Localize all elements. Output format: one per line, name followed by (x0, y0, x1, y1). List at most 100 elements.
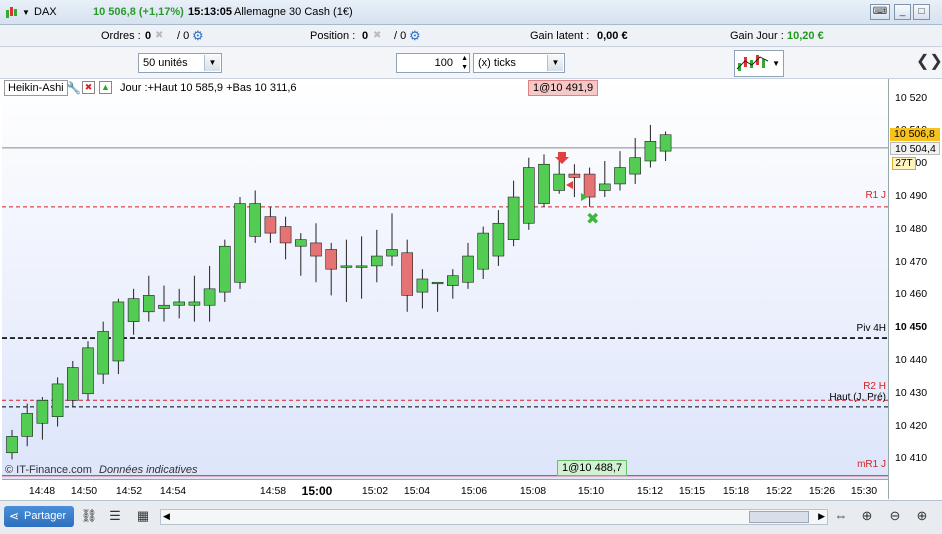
level-label-piv4h: Piv 4H (856, 323, 886, 334)
candle-body (431, 281, 444, 285)
x-tick-label: 15:22 (765, 485, 793, 497)
indicator-name: Heikin-Ashi (8, 82, 64, 94)
candle-body (522, 167, 535, 224)
order-tag-bottom[interactable]: 1@10 488,7 (557, 460, 628, 476)
candle-body (370, 255, 383, 267)
close-icon[interactable]: ✖ (155, 30, 163, 41)
y-tick-label: 10 460 (895, 288, 928, 301)
candle-body (477, 232, 490, 270)
chevron-down-icon[interactable]: ▼ (204, 55, 220, 71)
order-tag-top[interactable]: 1@10 491,9 (528, 80, 599, 96)
units-select[interactable]: 50 unités ▼ (138, 53, 222, 73)
chevron-down-icon[interactable]: ▼ (547, 55, 563, 71)
gear-icon[interactable]: ⚙ (192, 28, 204, 44)
candle-body (51, 383, 64, 418)
y-tick-label: 10 440 (895, 353, 928, 366)
candle (522, 157, 535, 230)
watermark-note: Données indicatives (99, 464, 198, 476)
list-view-icon[interactable]: ☰ (106, 507, 124, 525)
candle-body (553, 173, 566, 191)
plot-area[interactable]: ✖ Heikin-Ashi 🔧 ✖ ▲ Jour :+Haut 10 585,9… (2, 79, 888, 479)
candle-body (416, 278, 429, 293)
candle-body (264, 216, 277, 234)
latent-gain-value: 0,00 € (597, 30, 628, 42)
x-tick-label: 15:18 (722, 485, 750, 497)
candle-body (6, 436, 18, 454)
scroll-thumb[interactable] (749, 511, 809, 523)
x-tick-label: 15:30 (850, 485, 878, 497)
clock-time: 15:13:05 (188, 6, 233, 18)
zoom-fit-icon[interactable]: ⊕ (858, 507, 876, 525)
chart-icon (5, 5, 19, 19)
candle-body (446, 275, 459, 286)
candle-body (112, 301, 125, 362)
remove-indicator-icon[interactable]: ✖ (82, 81, 95, 94)
x-tick-label: 15:04 (403, 485, 431, 497)
scroll-left-icon[interactable]: ◀ (163, 511, 170, 522)
position-total: / 0 (394, 30, 407, 42)
collapse-panel-button[interactable]: ❮❯ (916, 51, 942, 77)
x-tick-label: 14:50 (70, 485, 98, 497)
y-tick-label: 10 450 (895, 321, 928, 334)
candle-body (173, 301, 185, 306)
keyboard-button[interactable]: ⌨ (870, 4, 890, 20)
candle-body (644, 140, 657, 162)
candle-body (82, 347, 94, 395)
candle-body (583, 173, 596, 198)
x-tick-label: 15:06 (460, 485, 488, 497)
quantity-value: 100 (434, 57, 453, 69)
chart-area[interactable]: ✖ Heikin-Ashi 🔧 ✖ ▲ Jour :+Haut 10 585,9… (0, 79, 942, 499)
indicator-tag[interactable]: Heikin-Ashi (4, 80, 68, 96)
zoom-in-icon[interactable]: ⊕ (913, 507, 931, 525)
maximize-button[interactable]: □ (913, 4, 930, 20)
scroll-right-icon[interactable]: ▶ (818, 511, 825, 522)
price-axis[interactable]: 10 410 10 420 10 430 10 440 10 450 10 460 10 4… (888, 79, 942, 499)
time-axis[interactable]: 14:48 14:50 14:52 14:54 14:58 15:00 15:02 15:04… (2, 479, 888, 499)
x-tick-label: 15:08 (519, 485, 547, 497)
candle-body (249, 203, 261, 237)
position-bar: Ordres : 0 ✖ / 0 ⚙ Position : 0 ✖ / 0 ⚙ … (0, 25, 942, 47)
quantity-stepper[interactable]: 100 ▲ ▼ (396, 53, 470, 73)
candle-body (568, 173, 581, 178)
dropdown-arrow-icon[interactable]: ▼ (22, 8, 30, 17)
x-tick-label: 15:15 (678, 485, 706, 497)
candle-body (97, 331, 109, 375)
candle-body (127, 298, 140, 322)
chart-type-button[interactable]: ▼ (734, 50, 784, 77)
ticks-select[interactable]: (x) ticks ▼ (473, 53, 565, 73)
price-change: 10 506,8 (+1,17%) (93, 6, 184, 18)
move-indicator-icon[interactable]: ▲ (99, 81, 112, 94)
ref-price-box: 10 504,4 (890, 142, 940, 155)
share-button[interactable]: ⋖ Partager (4, 506, 74, 527)
candle-body (234, 203, 246, 283)
minimize-button[interactable]: _ (894, 4, 911, 20)
ticks-select-value: (x) ticks (478, 57, 516, 69)
x-tick-label: 14:54 (159, 485, 187, 497)
candle-body (401, 252, 414, 296)
y-tick-label: 10 470 (895, 255, 928, 268)
chevron-down-icon[interactable]: ▼ (772, 59, 780, 68)
link-chain-icon[interactable]: ⛓ (80, 507, 98, 525)
plot-background (2, 79, 888, 479)
level-label-mr1j: mR1 J (857, 459, 886, 470)
chart-fit-icon[interactable]: ⇔ (832, 507, 850, 525)
candle-body (143, 295, 155, 313)
candle-body (492, 222, 505, 257)
candle-body (462, 255, 474, 283)
candle-body (21, 413, 34, 437)
zoom-out-icon[interactable]: ⊖ (886, 507, 904, 525)
horizontal-scrollbar[interactable]: ◀ ▶ (160, 509, 828, 525)
stepper-arrows-icon[interactable]: ▲ ▼ (461, 54, 468, 72)
x-tick-label: 15:10 (577, 485, 605, 497)
symbol-label: DAX (34, 6, 57, 18)
candle-body (507, 196, 520, 240)
wrench-icon[interactable]: 🔧 (66, 81, 81, 95)
candle-body (158, 304, 170, 309)
candle-body (219, 245, 231, 293)
y-tick-label: 10 520 (895, 91, 928, 104)
gear-icon[interactable]: ⚙ (409, 28, 421, 44)
grid-view-icon[interactable]: ▦ (134, 507, 152, 525)
y-tick-label: 10 430 (895, 386, 928, 399)
candle-body (538, 163, 550, 204)
close-icon[interactable]: ✖ (373, 30, 381, 41)
